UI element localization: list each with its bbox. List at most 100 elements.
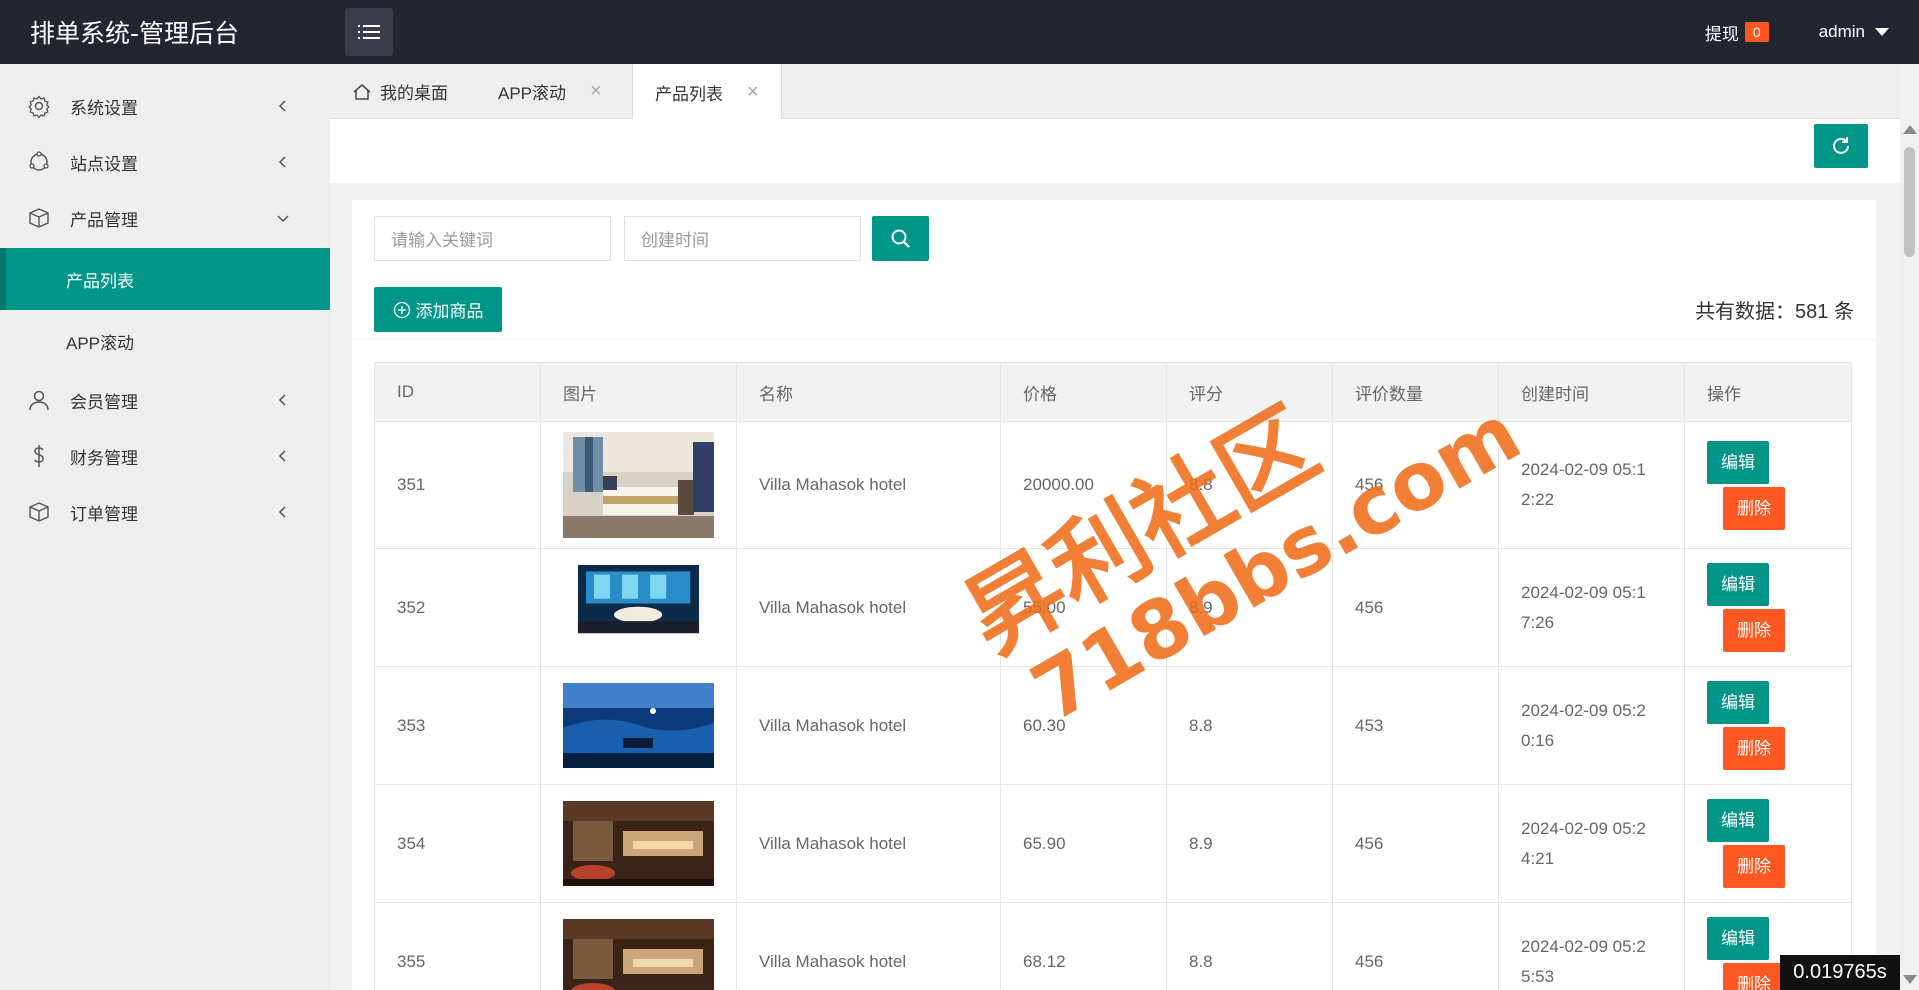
cell-review-count: 453 <box>1332 666 1499 785</box>
created-time-line1: 2024-02-09 05:2 <box>1521 818 1646 838</box>
cell-rating: 8.8 <box>1166 666 1333 785</box>
created-time-line1: 2024-02-09 05:1 <box>1521 460 1646 479</box>
delete-button[interactable]: 删除 <box>1723 609 1785 652</box>
table-row: 353 Villa Mahasok hotel 60.30 8.8 453 20… <box>374 666 1852 785</box>
home-icon <box>353 83 371 100</box>
cell-rating: 8.9 <box>1166 784 1333 903</box>
cloud-icon <box>29 151 49 171</box>
keyword-search-input[interactable]: 请输入关键词 <box>374 216 611 261</box>
edit-button[interactable]: 编辑 <box>1707 440 1769 484</box>
sidebar-item-label: 产品管理 <box>70 210 138 230</box>
timer-readout: 0.019765s <box>1780 955 1900 990</box>
withdraw-label: 提现 <box>1704 24 1739 44</box>
cell-name: Villa Mahasok hotel <box>736 666 1001 785</box>
tab-product-list[interactable]: 产品列表 × <box>632 64 782 120</box>
created-time-line2: 2:22 <box>1521 490 1555 509</box>
table-row: 351 Villa Mahasok hotel 20000.00 8.8 456… <box>374 421 1852 549</box>
user-icon <box>29 390 49 411</box>
cell-image <box>540 666 737 785</box>
product-thumbnail[interactable] <box>563 565 714 650</box>
cell-actions: 编辑 删除 <box>1684 548 1852 667</box>
product-thumbnail[interactable] <box>563 919 714 990</box>
cell-name: Villa Mahasok hotel <box>736 548 1001 667</box>
column-header-actions: 操作 <box>1684 362 1852 422</box>
sidebar-item-label: 会员管理 <box>70 392 138 412</box>
sidebar-item-member-management[interactable]: 会员管理 <box>0 374 330 426</box>
table-row: 352 Villa Mahasok hotel 55.00 8.9 456 20… <box>374 548 1852 667</box>
created-time-line2: 0:16 <box>1521 730 1555 750</box>
tab-bar: 我的桌面 APP滚动 × 产品列表 × <box>330 64 1900 120</box>
delete-button[interactable]: 删除 <box>1723 963 1785 990</box>
user-name: admin <box>1818 22 1865 41</box>
edit-button[interactable]: 编辑 <box>1707 563 1769 606</box>
chevron-down-icon <box>277 215 289 223</box>
caret-down-icon <box>1875 28 1889 36</box>
product-thumbnail[interactable] <box>563 432 714 538</box>
column-header-id[interactable]: ID <box>374 362 541 422</box>
sidebar-item-site-settings[interactable]: 站点设置 <box>0 136 330 188</box>
close-icon[interactable]: × <box>590 80 602 103</box>
created-time-line2: 7:26 <box>1521 612 1555 632</box>
sidebar-subitem-product-list[interactable]: 产品列表 <box>0 248 330 310</box>
delete-button[interactable]: 删除 <box>1723 486 1785 530</box>
search-button[interactable] <box>872 216 929 261</box>
sidebar-item-system-settings[interactable]: 系统设置 <box>0 80 330 132</box>
created-time-line1: 2024-02-09 05:2 <box>1521 936 1646 956</box>
cell-review-count: 456 <box>1332 421 1499 549</box>
column-header-created-time: 创建时间 <box>1498 362 1685 422</box>
total-count: 共有数据：581 条 <box>1695 301 1854 323</box>
cell-rating: 8.8 <box>1166 421 1333 549</box>
sidebar-item-label: 系统设置 <box>70 98 138 118</box>
cell-created-time: 2024-02-09 05:1 7:26 <box>1498 548 1685 667</box>
chevron-left-icon <box>278 506 286 518</box>
edit-button[interactable]: 编辑 <box>1707 917 1769 960</box>
edit-button[interactable]: 编辑 <box>1707 799 1769 842</box>
cell-price: 60.30 <box>1000 666 1167 785</box>
close-icon[interactable]: × <box>747 81 759 104</box>
sidebar-item-order-management[interactable]: 订单管理 <box>0 486 330 538</box>
chevron-left-icon <box>278 394 286 406</box>
user-menu[interactable]: admin <box>1819 22 1889 42</box>
add-product-button[interactable]: 添加商品 <box>374 287 502 332</box>
menu-toggle-button[interactable] <box>345 8 393 56</box>
cell-price: 68.12 <box>1000 902 1167 990</box>
created-time-line1: 2024-02-09 05:1 <box>1521 582 1646 602</box>
refresh-button[interactable] <box>1814 124 1868 168</box>
table-row: 355 Villa Mahasok hotel 68.12 8.8 456 20… <box>374 902 1852 990</box>
cell-rating: 8.9 <box>1166 548 1333 667</box>
vertical-scrollbar[interactable] <box>1900 119 1919 990</box>
delete-button[interactable]: 删除 <box>1723 845 1785 888</box>
sidebar-subitem-app-scroll[interactable]: APP滚动 <box>0 310 330 372</box>
add-product-label: 添加商品 <box>415 302 484 321</box>
cell-created-time: 2024-02-09 05:2 5:53 <box>1498 902 1685 990</box>
product-thumbnail[interactable] <box>563 683 714 768</box>
sidebar-item-product-management[interactable]: 产品管理 <box>0 192 330 244</box>
column-header-rating: 评分 <box>1166 362 1333 422</box>
cell-image <box>540 784 737 903</box>
sidebar-item-finance-management[interactable]: 财务管理 <box>0 430 330 482</box>
hamburger-icon <box>358 25 380 39</box>
cell-name: Villa Mahasok hotel <box>736 902 1001 990</box>
scroll-down-arrow-icon[interactable] <box>1903 975 1917 984</box>
cell-actions: 编辑 删除 <box>1684 784 1852 903</box>
tab-label: APP滚动 <box>498 84 567 103</box>
edit-button[interactable]: 编辑 <box>1707 681 1769 724</box>
product-table: ID 图片 名称 价格 评分 评价数量 创建时间 操作 351 Villa Ma… <box>374 362 1852 990</box>
delete-button[interactable]: 删除 <box>1723 727 1785 770</box>
cell-review-count: 456 <box>1332 784 1499 903</box>
dollar-icon <box>34 445 44 467</box>
product-list-panel: 请输入关键词 创建时间 添加商品 共有数据：581 条 ID 图片 名称 价格 … <box>352 200 1876 990</box>
scroll-thumb[interactable] <box>1904 147 1915 257</box>
cell-created-time: 2024-02-09 05:2 4:21 <box>1498 784 1685 903</box>
tab-app-scroll[interactable]: APP滚动 × <box>498 64 602 119</box>
created-time-input[interactable]: 创建时间 <box>624 216 861 261</box>
withdraw-link[interactable]: 提现 0 <box>1705 20 1769 45</box>
scroll-up-arrow-icon[interactable] <box>1903 125 1917 134</box>
tab-my-desktop[interactable]: 我的桌面 <box>352 64 448 119</box>
created-time-line2: 5:53 <box>1521 966 1555 986</box>
product-thumbnail[interactable] <box>563 801 714 886</box>
top-header: 排单系统-管理后台 提现 0 admin <box>0 0 1919 64</box>
cell-name: Villa Mahasok hotel <box>736 421 1001 549</box>
content-toolbar <box>330 119 1900 183</box>
column-header-image: 图片 <box>540 362 737 422</box>
